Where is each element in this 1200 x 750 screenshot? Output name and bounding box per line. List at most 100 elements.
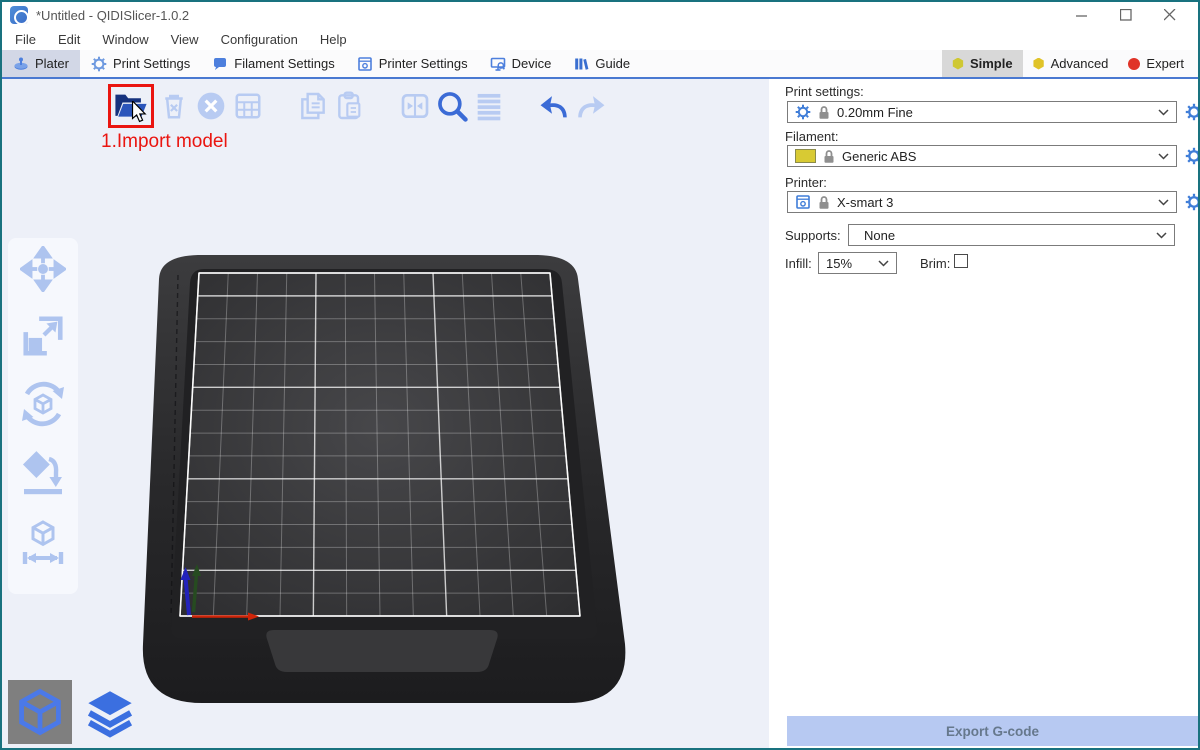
lock-icon [818, 195, 830, 210]
print-settings-combo[interactable]: 0.20mm Fine [787, 101, 1177, 123]
view-toggle [8, 680, 140, 744]
arrange-button[interactable] [230, 86, 266, 126]
simple-mode-icon [952, 58, 964, 70]
mode-selector: Simple Advanced Expert [942, 50, 1198, 77]
menu-file[interactable]: File [4, 32, 47, 47]
settings-panel: Print settings: 0.20mm Fine [769, 79, 1198, 748]
chevron-down-icon [1158, 109, 1169, 116]
lock-icon [818, 105, 830, 120]
chevron-down-icon [1158, 199, 1169, 206]
tab-label: Filament Settings [234, 56, 334, 71]
move-gizmo-button[interactable] [20, 246, 66, 292]
paste-button[interactable] [332, 86, 368, 126]
minimize-button[interactable] [1060, 2, 1104, 28]
redo-button[interactable] [573, 86, 609, 126]
infill-label: Infill: [785, 256, 812, 271]
close-icon [1164, 9, 1176, 21]
menu-bar: File Edit Window View Configuration Help [2, 28, 1198, 50]
print-bed [2, 79, 769, 748]
advanced-mode-icon [1033, 58, 1045, 70]
mode-simple[interactable]: Simple [942, 50, 1023, 77]
supports-label: Supports: [785, 228, 841, 243]
tab-filament-settings[interactable]: Filament Settings [201, 50, 345, 77]
chevron-down-icon [878, 260, 889, 267]
export-gcode-button[interactable]: Export G-code [787, 716, 1198, 746]
expert-mode-icon [1128, 58, 1140, 70]
menu-edit[interactable]: Edit [47, 32, 91, 47]
chevron-down-icon [1156, 232, 1167, 239]
tutorial-annotation: 1.Import model [101, 131, 228, 153]
tab-plater[interactable]: Plater [2, 50, 80, 77]
delete-all-button[interactable] [193, 86, 229, 126]
device-icon [490, 56, 506, 72]
gear-icon [795, 104, 811, 120]
guide-icon [573, 56, 589, 72]
filament-icon [212, 56, 228, 72]
main-toolbar [108, 83, 610, 129]
layers-view-icon [84, 688, 136, 740]
tab-device[interactable]: Device [479, 50, 563, 77]
printer-value: X-smart 3 [837, 195, 1151, 210]
menu-configuration[interactable]: Configuration [210, 32, 309, 47]
filament-value: Generic ABS [842, 149, 1151, 164]
printer-gear-button[interactable] [1185, 193, 1200, 211]
scale-gizmo-button[interactable] [20, 313, 66, 359]
3d-editor-view-button[interactable] [8, 680, 72, 744]
print-settings-label: Print settings: [785, 84, 864, 99]
rotate-gizmo-button[interactable] [19, 380, 67, 428]
printer-combo[interactable]: X-smart 3 [787, 191, 1177, 213]
bed-plate [180, 273, 580, 616]
filament-label: Filament: [785, 129, 838, 144]
infill-value: 15% [826, 256, 871, 271]
mode-label: Simple [970, 56, 1013, 71]
delete-button[interactable] [156, 86, 192, 126]
close-button[interactable] [1148, 2, 1192, 28]
place-on-face-gizmo-button[interactable] [19, 449, 67, 497]
mode-label: Advanced [1051, 56, 1109, 71]
tab-print-settings[interactable]: Print Settings [80, 50, 201, 77]
mode-expert[interactable]: Expert [1118, 50, 1194, 77]
tab-printer-settings[interactable]: Printer Settings [346, 50, 479, 77]
minimize-icon [1076, 9, 1088, 21]
title-bar: *Untitled - QIDISlicer-1.0.2 [2, 2, 1198, 28]
gizmo-toolbar [8, 238, 78, 594]
mode-advanced[interactable]: Advanced [1023, 50, 1119, 77]
search-button[interactable] [434, 86, 470, 126]
tab-label: Device [512, 56, 552, 71]
infill-combo[interactable]: 15% [818, 252, 897, 274]
tab-label: Print Settings [113, 56, 190, 71]
supports-combo[interactable]: None [848, 224, 1175, 246]
layers-editing-button[interactable] [471, 86, 507, 126]
cube-view-icon [14, 686, 66, 738]
tab-guide[interactable]: Guide [562, 50, 641, 77]
menu-window[interactable]: Window [91, 32, 159, 47]
filament-combo[interactable]: Generic ABS [787, 145, 1177, 167]
tab-label: Printer Settings [379, 56, 468, 71]
tab-bar: Plater Print Settings Filament Settings [2, 50, 1198, 79]
filament-gear-button[interactable] [1185, 147, 1200, 165]
printer-label: Printer: [785, 175, 827, 190]
supports-value: None [856, 228, 1149, 243]
preview-sliced-view-button[interactable] [80, 684, 140, 744]
printer-icon [795, 194, 811, 210]
mouse-cursor [129, 101, 149, 123]
maximize-button[interactable] [1104, 2, 1148, 28]
measure-gizmo-button[interactable] [19, 518, 67, 566]
3d-viewport[interactable]: 1.Import model [2, 79, 769, 748]
print-settings-gear-button[interactable] [1185, 103, 1200, 121]
app-window: *Untitled - QIDISlicer-1.0.2 File Edit W… [0, 0, 1200, 750]
brim-checkbox[interactable] [954, 254, 968, 268]
mode-label: Expert [1146, 56, 1184, 71]
brim-label: Brim: [920, 256, 950, 271]
copy-button[interactable] [295, 86, 331, 126]
tab-label: Plater [35, 56, 69, 71]
window-title: *Untitled - QIDISlicer-1.0.2 [36, 8, 189, 23]
menu-view[interactable]: View [160, 32, 210, 47]
split-objects-button[interactable] [397, 86, 433, 126]
undo-button[interactable] [536, 86, 572, 126]
chevron-down-icon [1158, 153, 1169, 160]
menu-help[interactable]: Help [309, 32, 358, 47]
bed-handle-notch [266, 630, 497, 672]
print-settings-value: 0.20mm Fine [837, 105, 1151, 120]
maximize-icon [1120, 9, 1132, 21]
